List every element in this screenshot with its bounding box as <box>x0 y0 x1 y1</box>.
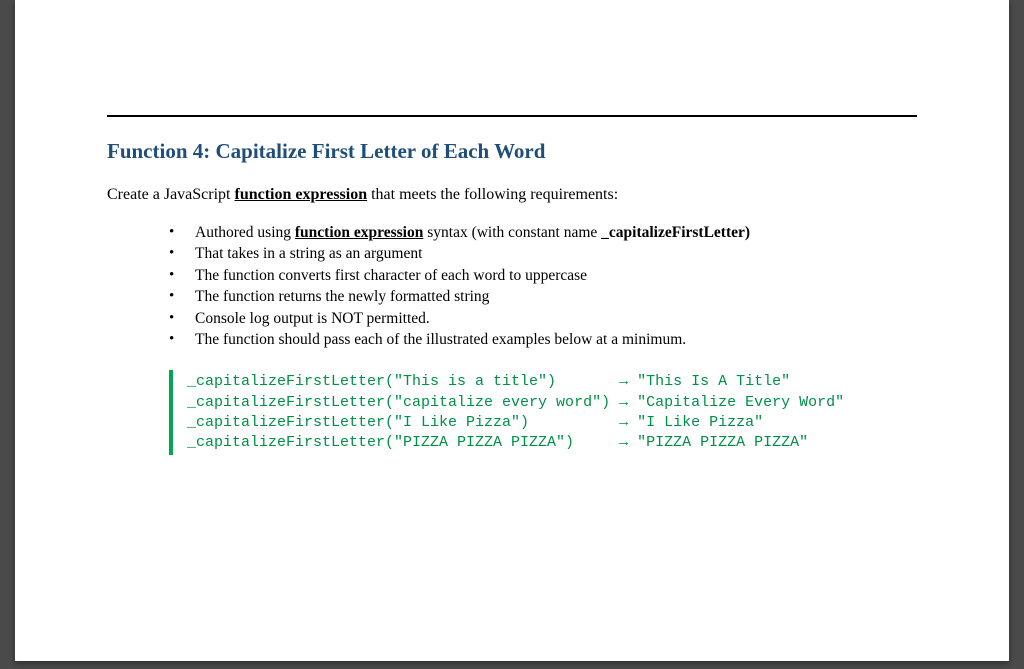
requirements-list: Authored using function expression synta… <box>169 222 917 350</box>
req-function-name: _capitalizeFirstLetter) <box>601 224 750 241</box>
code-output: "I Like Pizza" <box>628 414 763 431</box>
req-text: Console log output is NOT permitted. <box>195 310 430 327</box>
requirement-item: Console log output is NOT permitted. <box>169 308 917 329</box>
req-underlined: function expression <box>295 224 423 241</box>
code-row: _capitalizeFirstLetter("capitalize every… <box>187 393 917 413</box>
arrow-icon: → <box>619 434 628 451</box>
code-row: _capitalizeFirstLetter("PIZZA PIZZA PIZZ… <box>187 433 917 453</box>
req-text: The function returns the newly formatted… <box>195 288 489 305</box>
code-row: _capitalizeFirstLetter("I Like Pizza") →… <box>187 413 917 433</box>
horizontal-rule <box>107 115 917 117</box>
section-heading: Function 4: Capitalize First Letter of E… <box>107 139 917 164</box>
requirement-item: The function converts first character of… <box>169 265 917 286</box>
req-text: The function converts first character of… <box>195 267 587 284</box>
code-row: _capitalizeFirstLetter("This is a title"… <box>187 372 917 392</box>
requirement-item: Authored using function expression synta… <box>169 222 917 243</box>
code-call: _capitalizeFirstLetter("PIZZA PIZZA PIZZ… <box>187 434 619 451</box>
intro-prefix: Create a JavaScript <box>107 186 235 203</box>
code-call: _capitalizeFirstLetter("This is a title"… <box>187 373 619 390</box>
code-call: _capitalizeFirstLetter("I Like Pizza") <box>187 414 619 431</box>
requirement-item: The function returns the newly formatted… <box>169 286 917 307</box>
arrow-icon: → <box>619 373 628 390</box>
requirement-item: That takes in a string as an argument <box>169 243 917 264</box>
document-page: Function 4: Capitalize First Letter of E… <box>15 0 1009 661</box>
code-output: "PIZZA PIZZA PIZZA" <box>628 434 808 451</box>
code-example-block: _capitalizeFirstLetter("This is a title"… <box>169 370 917 455</box>
req-text: That takes in a string as an argument <box>195 245 422 262</box>
intro-paragraph: Create a JavaScript function expression … <box>107 186 917 204</box>
intro-suffix: that meets the following requirements: <box>367 186 618 203</box>
requirement-item: The function should pass each of the ill… <box>169 329 917 350</box>
arrow-icon: → <box>619 414 628 431</box>
req-text: syntax (with constant name <box>423 224 601 241</box>
intro-underlined: function expression <box>235 186 368 203</box>
req-text: The function should pass each of the ill… <box>195 331 686 348</box>
arrow-icon: → <box>619 394 628 411</box>
code-call: _capitalizeFirstLetter("capitalize every… <box>187 394 619 411</box>
code-output: "This Is A Title" <box>628 373 790 390</box>
req-text: Authored using <box>195 224 295 241</box>
code-output: "Capitalize Every Word" <box>628 394 844 411</box>
